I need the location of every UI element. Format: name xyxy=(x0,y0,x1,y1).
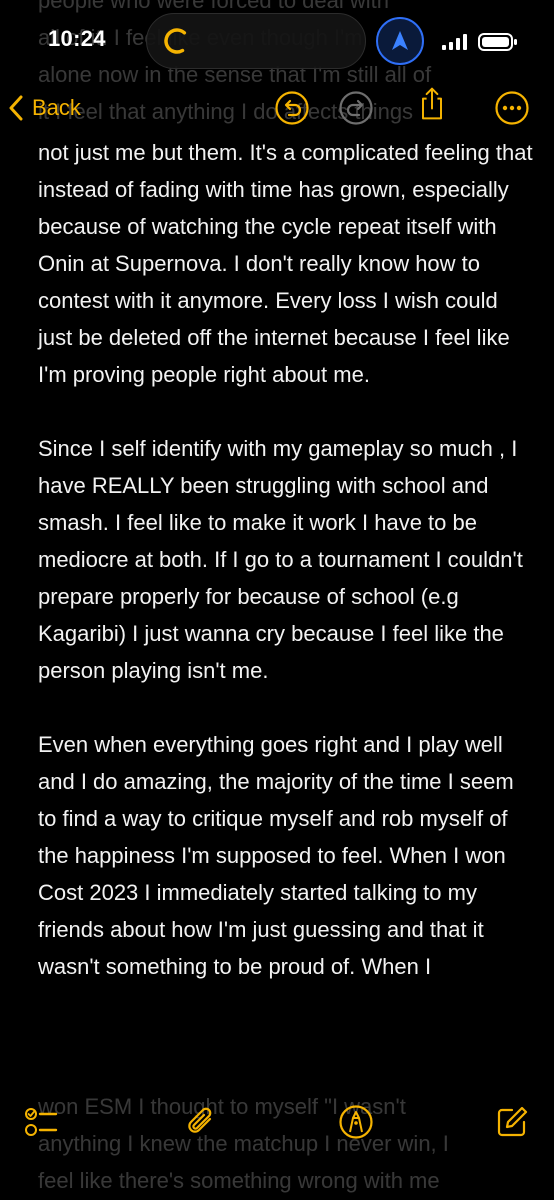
dynamic-island[interactable] xyxy=(146,13,366,69)
compose-icon[interactable] xyxy=(494,1104,530,1140)
faded-text-line: won ESM I thought to myself "I wasn't xyxy=(38,1094,406,1119)
status-time: 10:24 xyxy=(48,26,106,51)
back-button[interactable]: Back xyxy=(8,88,81,128)
more-icon[interactable] xyxy=(494,90,530,126)
battery-icon xyxy=(478,33,517,51)
markup-pen-icon[interactable] xyxy=(338,1104,374,1140)
undo-icon[interactable] xyxy=(274,90,310,126)
status-bar: 10:24 xyxy=(0,0,554,86)
note-body[interactable]: not just me but them. It's a complicated… xyxy=(38,134,538,985)
faded-text-line: anything I knew the matchup I never win,… xyxy=(38,1131,449,1156)
note-paragraph: Since I self identify with my gameplay s… xyxy=(38,436,523,683)
share-icon[interactable] xyxy=(414,86,450,122)
cellular-signal-icon xyxy=(442,34,467,50)
chevron-left-icon xyxy=(9,95,23,121)
location-arrow-icon[interactable] xyxy=(376,17,424,65)
paperclip-icon[interactable] xyxy=(184,1104,220,1140)
faded-text-line: feel like there's something wrong with m… xyxy=(38,1168,440,1193)
back-label: Back xyxy=(32,95,81,120)
note-paragraph: not just me but them. It's a complicated… xyxy=(38,140,533,387)
redo-icon[interactable] xyxy=(338,90,374,126)
note-paragraph: Even when everything goes right and I pl… xyxy=(38,732,514,979)
checklist-icon[interactable] xyxy=(24,1104,60,1140)
activity-ring-icon xyxy=(164,28,190,54)
